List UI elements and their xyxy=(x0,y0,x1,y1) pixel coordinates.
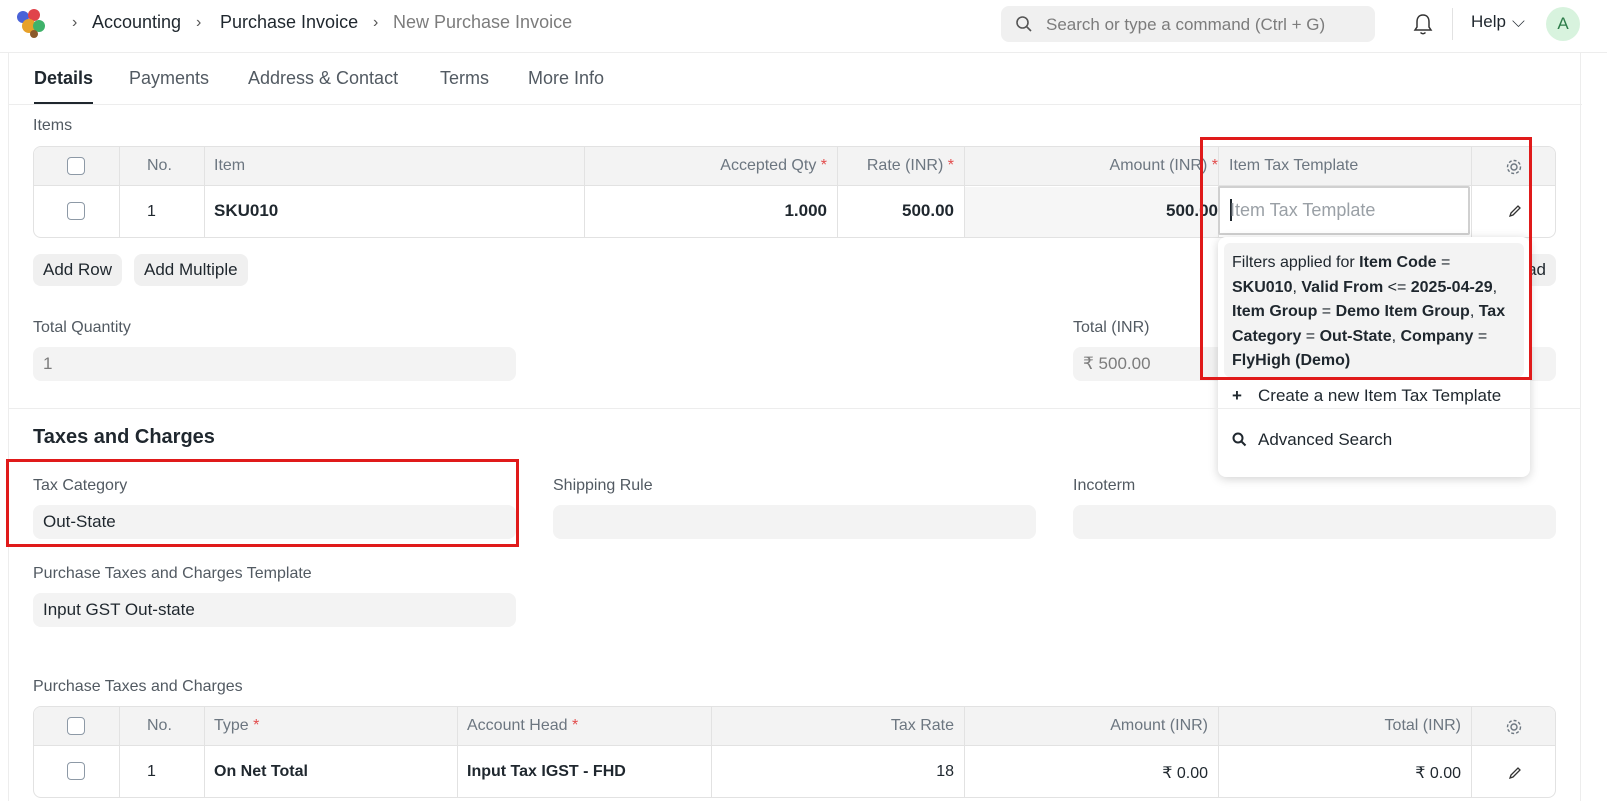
column-divider xyxy=(964,707,965,797)
row-amount: ₹ 0.00 xyxy=(1162,765,1208,782)
search-icon xyxy=(1232,430,1248,450)
taxes-template-label: Purchase Taxes and Charges Template xyxy=(33,565,312,582)
header-account-head: Account Head * xyxy=(467,717,578,735)
column-divider xyxy=(119,707,120,797)
total-quantity-label: Total Quantity xyxy=(33,319,131,336)
header-amount: Amount (INR) xyxy=(1110,717,1208,734)
navbar: › Accounting › Purchase Invoice › New Pu… xyxy=(0,0,1607,53)
header-no: No. xyxy=(147,157,172,174)
header-accepted-qty: Accepted Qty * xyxy=(594,157,827,175)
required-mark: * xyxy=(571,717,579,734)
breadcrumb-chevron-icon: › xyxy=(72,14,78,31)
search-bar[interactable]: Search or type a command (Ctrl + G) xyxy=(1001,6,1375,42)
header-total: Total (INR) xyxy=(1384,717,1461,734)
edit-pencil-icon[interactable] xyxy=(1507,765,1523,781)
row-no: 1 xyxy=(147,763,156,780)
search-placeholder: Search or type a command (Ctrl + G) xyxy=(1046,15,1326,34)
create-new-item-tax-template-option[interactable]: + Create a new Item Tax Template xyxy=(1232,386,1501,406)
column-divider xyxy=(1471,707,1472,797)
required-mark: * xyxy=(253,717,260,734)
row-no: 1 xyxy=(147,203,156,220)
form-tabs: Details Payments Address & Contact Terms… xyxy=(9,53,1582,105)
header-type-label: Type xyxy=(214,717,249,734)
row-type[interactable]: On Net Total xyxy=(214,763,308,781)
active-tab-indicator xyxy=(34,102,93,104)
header-rate: Rate (INR) * xyxy=(847,157,954,175)
navbar-divider xyxy=(1452,8,1453,40)
gear-icon[interactable] xyxy=(1505,718,1523,736)
header-type: Type * xyxy=(214,717,259,735)
header-amount-label: Amount (INR) xyxy=(1109,157,1208,174)
tab-more-info[interactable]: More Info xyxy=(528,68,604,89)
highlight-box-item-tax-template xyxy=(1200,137,1532,380)
column-divider xyxy=(119,147,120,237)
tab-details[interactable]: Details xyxy=(34,68,93,89)
breadcrumb-accounting[interactable]: Accounting xyxy=(92,12,181,33)
section-divider xyxy=(8,408,1581,409)
row-item[interactable]: SKU010 xyxy=(214,201,278,221)
header-tax-rate: Tax Rate xyxy=(890,717,954,734)
column-divider xyxy=(837,147,838,237)
required-mark: * xyxy=(820,157,827,174)
shipping-rule-field[interactable] xyxy=(553,505,1036,539)
incoterm-field[interactable] xyxy=(1073,505,1556,539)
required-mark: * xyxy=(947,157,954,174)
purchase-taxes-table: No. Type * Account Head * Tax Rate Amoun… xyxy=(33,706,1556,798)
add-row-button[interactable]: Add Row xyxy=(33,254,122,286)
header-account-head-label: Account Head xyxy=(467,717,568,734)
breadcrumb-current: New Purchase Invoice xyxy=(393,12,573,32)
column-divider xyxy=(204,707,205,797)
notification-bell-icon[interactable] xyxy=(1412,12,1434,36)
row-amount: 500.00 xyxy=(1166,201,1218,220)
tab-payments[interactable]: Payments xyxy=(129,68,209,89)
header-rate-label: Rate (INR) xyxy=(866,157,944,174)
column-divider xyxy=(711,707,712,797)
row-total: ₹ 0.00 xyxy=(1415,765,1461,782)
select-all-checkbox[interactable] xyxy=(67,157,85,175)
chevron-down-icon: ⌵ xyxy=(1511,12,1525,31)
help-dropdown[interactable]: Help ⌵ xyxy=(1471,12,1525,32)
advanced-search-option[interactable]: Advanced Search xyxy=(1232,430,1392,450)
column-divider xyxy=(1218,707,1219,797)
app-logo-icon[interactable] xyxy=(14,6,50,40)
header-no: No. xyxy=(147,717,172,734)
total-label: Total (INR) xyxy=(1073,319,1150,336)
taxes-section-title: Taxes and Charges xyxy=(33,426,215,448)
shipping-rule-label: Shipping Rule xyxy=(553,477,653,494)
row-checkbox[interactable] xyxy=(67,762,85,780)
avatar[interactable]: A xyxy=(1546,7,1580,41)
breadcrumb-chevron-icon: › xyxy=(373,14,379,31)
highlight-box-tax-category xyxy=(6,459,519,547)
search-icon xyxy=(1016,16,1032,32)
taxes-template-field[interactable]: Input GST Out-state xyxy=(33,593,516,627)
row-checkbox[interactable] xyxy=(67,202,85,220)
row-accepted-qty[interactable]: 1.000 xyxy=(594,201,827,221)
column-divider xyxy=(457,707,458,797)
row-tax-rate[interactable]: 18 xyxy=(721,763,954,781)
plus-icon: + xyxy=(1232,386,1242,405)
purchase-taxes-table-label: Purchase Taxes and Charges xyxy=(33,678,243,695)
advanced-search-label: Advanced Search xyxy=(1258,430,1393,449)
row-account-head[interactable]: Input Tax IGST - FHD xyxy=(467,763,626,781)
select-all-checkbox[interactable] xyxy=(67,717,85,735)
row-rate[interactable]: 500.00 xyxy=(847,201,954,221)
breadcrumb-purchase-invoice[interactable]: Purchase Invoice xyxy=(220,12,358,33)
tab-address-contact[interactable]: Address & Contact xyxy=(248,68,398,89)
create-option-label: Create a new Item Tax Template xyxy=(1258,386,1502,405)
header-amount: Amount (INR) * xyxy=(974,157,1218,175)
add-multiple-button[interactable]: Add Multiple xyxy=(134,254,248,286)
breadcrumb-chevron-icon: › xyxy=(196,14,202,31)
total-quantity-field: 1 xyxy=(33,347,516,381)
header-item: Item xyxy=(214,157,246,174)
items-label: Items xyxy=(33,117,73,134)
column-divider xyxy=(584,147,585,237)
header-accepted-qty-label: Accepted Qty xyxy=(720,157,817,174)
column-divider xyxy=(204,147,205,237)
tab-terms[interactable]: Terms xyxy=(440,68,489,89)
incoterm-label: Incoterm xyxy=(1073,477,1136,494)
help-label: Help xyxy=(1471,12,1506,31)
